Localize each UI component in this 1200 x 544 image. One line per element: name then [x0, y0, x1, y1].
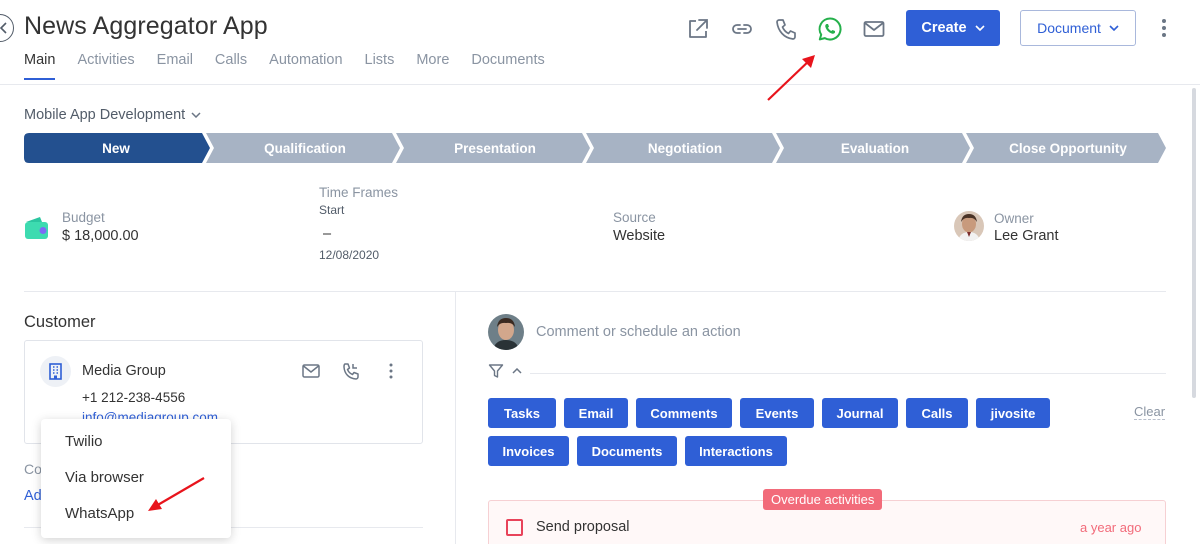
chip-email[interactable]: Email: [564, 398, 628, 428]
owner-value[interactable]: Lee Grant: [994, 228, 1059, 244]
filter-icon: [488, 364, 504, 378]
pipeline-name: Mobile App Development: [24, 107, 186, 123]
chevron-left-icon: [0, 22, 7, 34]
company-name[interactable]: Media Group: [82, 363, 166, 379]
page-scrollbar[interactable]: [1192, 88, 1196, 398]
chip-invoices[interactable]: Invoices: [488, 436, 569, 466]
tab-lists[interactable]: Lists: [365, 52, 395, 80]
phone-icon[interactable]: [773, 16, 799, 42]
whatsapp-icon[interactable]: [817, 16, 843, 42]
pipeline-selector[interactable]: Mobile App Development: [24, 107, 201, 123]
page-title: News Aggregator App: [24, 12, 268, 40]
tab-email[interactable]: Email: [157, 52, 193, 80]
wallet-icon: [25, 217, 48, 239]
owner-avatar[interactable]: [954, 211, 984, 241]
chip-tasks[interactable]: Tasks: [488, 398, 556, 428]
tab-more[interactable]: More: [416, 52, 449, 80]
time-frames-end-value: 12/08/2020: [319, 248, 380, 262]
source-value: Website: [613, 228, 666, 244]
tab-activities[interactable]: Activities: [77, 52, 134, 80]
task-checkbox[interactable]: [506, 519, 523, 536]
source-label: Source: [613, 210, 656, 225]
section-divider: [24, 291, 1166, 292]
pipeline-stages: New Qualification Presentation Negotiati…: [24, 133, 1166, 163]
annotation-arrow: [148, 477, 205, 511]
customer-heading: Customer: [24, 313, 96, 331]
chip-calls[interactable]: Calls: [906, 398, 968, 428]
document-button[interactable]: Document: [1020, 10, 1136, 46]
time-frames-label: Time Frames: [319, 185, 399, 200]
create-button-label: Create: [921, 20, 967, 36]
stage-negotiation[interactable]: Negotiation: [592, 133, 778, 163]
more-options-icon[interactable]: [1156, 18, 1172, 38]
tab-calls[interactable]: Calls: [215, 52, 247, 80]
clear-filters-link[interactable]: Clear: [1134, 404, 1166, 420]
chevron-down-icon: [191, 112, 201, 118]
building-icon: [49, 363, 62, 380]
tab-automation[interactable]: Automation: [269, 52, 342, 80]
stage-qualification[interactable]: Qualification: [212, 133, 398, 163]
chip-documents[interactable]: Documents: [577, 436, 677, 466]
stage-evaluation[interactable]: Evaluation: [782, 133, 968, 163]
header-divider: [0, 84, 1200, 85]
chevron-up-icon: [512, 368, 522, 374]
stage-close-opportunity[interactable]: Close Opportunity: [972, 133, 1164, 163]
menu-item-twilio[interactable]: Twilio: [65, 433, 103, 450]
mail-icon[interactable]: [301, 362, 321, 380]
company-avatar: [40, 356, 71, 387]
chevron-down-icon: [974, 25, 985, 31]
annotation-arrow: [767, 55, 815, 101]
task-time: a year ago: [1080, 520, 1142, 535]
stage-presentation[interactable]: Presentation: [402, 133, 588, 163]
tab-main[interactable]: Main: [24, 52, 56, 80]
stage-new[interactable]: New: [24, 133, 208, 163]
chip-jivosite[interactable]: jivosite: [976, 398, 1050, 428]
user-avatar: [488, 314, 524, 350]
time-frames-start-label: Start: [319, 203, 345, 217]
add-contact-link[interactable]: Ad: [24, 488, 42, 504]
chip-interactions[interactable]: Interactions: [685, 436, 787, 466]
more-options-icon[interactable]: [385, 362, 397, 380]
mail-icon[interactable]: [861, 16, 887, 42]
chip-comments[interactable]: Comments: [636, 398, 732, 428]
tab-documents[interactable]: Documents: [471, 52, 544, 80]
back-button[interactable]: [0, 14, 14, 42]
person-avatar-icon: [488, 314, 524, 350]
menu-item-via-browser[interactable]: Via browser: [65, 469, 144, 486]
chip-events[interactable]: Events: [740, 398, 814, 428]
comment-input[interactable]: Comment or schedule an action: [536, 324, 741, 340]
external-link-icon[interactable]: [685, 16, 711, 42]
column-divider: [455, 292, 456, 544]
filter-divider: [530, 373, 1166, 374]
chip-journal[interactable]: Journal: [822, 398, 898, 428]
link-icon[interactable]: [729, 16, 755, 42]
chevron-down-icon: [1109, 25, 1119, 31]
company-phone[interactable]: +1 212-238-4556: [82, 390, 185, 405]
contact-label: Co: [24, 461, 42, 477]
person-avatar-icon: [954, 211, 984, 241]
document-button-label: Document: [1037, 20, 1101, 36]
budget-label: Budget: [62, 210, 105, 225]
owner-label: Owner: [994, 211, 1034, 226]
task-title[interactable]: Send proposal: [536, 519, 630, 535]
menu-item-whatsapp[interactable]: WhatsApp: [65, 505, 134, 522]
create-button[interactable]: Create: [906, 10, 1000, 46]
budget-value: $ 18,000.00: [62, 228, 139, 244]
tab-bar: Main Activities Email Calls Automation L…: [24, 52, 567, 80]
phone-menu-icon[interactable]: [341, 362, 361, 382]
time-frames-start-value: –: [323, 226, 332, 242]
overdue-badge: Overdue activities: [763, 489, 883, 510]
filter-toggle[interactable]: [488, 363, 522, 379]
